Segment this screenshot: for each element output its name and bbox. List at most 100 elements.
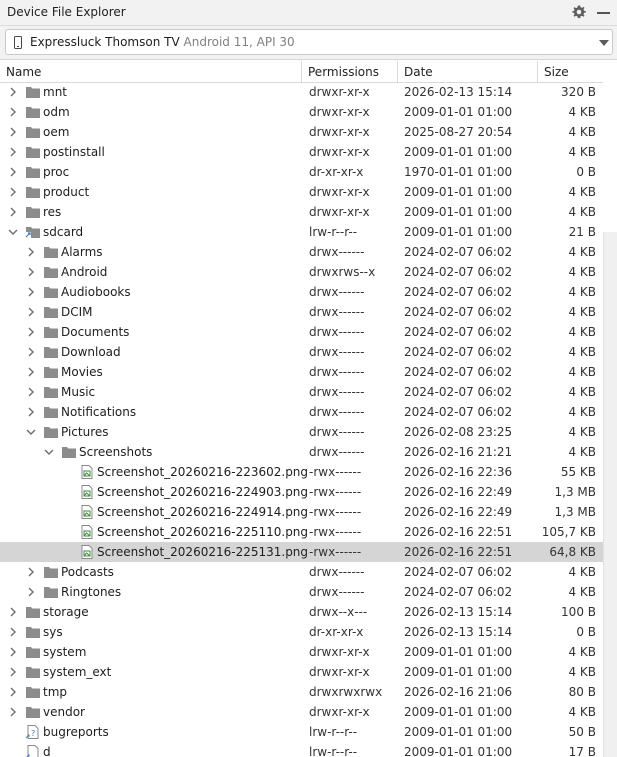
folder-row[interactable]: Pictures drwx------ 2026-02-08 23:25 4 KB bbox=[0, 422, 603, 442]
folder-row[interactable]: Notifications drwx------ 2024-02-07 06:02 4… bbox=[0, 402, 603, 422]
file-row[interactable]: Screenshot_20260216-224903.png -rwx------… bbox=[0, 482, 603, 502]
chevron-down-icon[interactable] bbox=[25, 426, 37, 438]
file-size: 0 B bbox=[576, 625, 596, 639]
chevron-right-icon[interactable] bbox=[25, 406, 37, 418]
column-header-date[interactable]: Date bbox=[398, 61, 538, 83]
folder-icon bbox=[26, 147, 40, 158]
chevron-right-icon[interactable] bbox=[7, 146, 19, 158]
chevron-right-icon[interactable] bbox=[25, 326, 37, 338]
file-row[interactable]: ? bugreports lrw-r--r-- 2009-01-01 01:00 50 … bbox=[0, 722, 603, 742]
folder-row[interactable]: product drwxr-xr-x 2009-01-01 01:00 4 KB bbox=[0, 182, 603, 202]
file-permissions: drwx--x--- bbox=[309, 605, 368, 619]
folder-icon bbox=[44, 587, 58, 598]
folder-icon bbox=[26, 687, 40, 698]
file-name: Screenshots bbox=[79, 445, 153, 459]
file-date: 2024-02-07 06:02 bbox=[404, 245, 513, 259]
file-row[interactable]: d lrw-r--r-- 2009-01-01 01:00 17 B bbox=[0, 742, 603, 757]
file-size: 4 KB bbox=[568, 325, 596, 339]
file-name: d bbox=[43, 745, 51, 757]
folder-row[interactable]: Podcasts drwx------ 2024-02-07 06:02 4 KB bbox=[0, 562, 603, 582]
column-header-size[interactable]: Size bbox=[538, 61, 617, 83]
file-row[interactable]: Screenshot_20260216-225110.png -rwx------… bbox=[0, 522, 603, 542]
folder-row[interactable]: Alarms drwx------ 2024-02-07 06:02 4 KB bbox=[0, 242, 603, 262]
chevron-right-icon[interactable] bbox=[25, 346, 37, 358]
column-header-permissions[interactable]: Permissions bbox=[302, 61, 398, 83]
folder-row[interactable]: system_ext drwxr-xr-x 2009-01-01 01:00 4 KB bbox=[0, 662, 603, 682]
file-date: 2026-02-16 22:51 bbox=[404, 545, 513, 559]
chevron-down-icon[interactable] bbox=[599, 40, 609, 46]
folder-row[interactable]: res drwxr-xr-x 2009-01-01 01:00 4 KB bbox=[0, 202, 603, 222]
folder-row[interactable]: Audiobooks drwx------ 2024-02-07 06:02 4 KB bbox=[0, 282, 603, 302]
chevron-right-icon[interactable] bbox=[7, 626, 19, 638]
gear-icon[interactable] bbox=[571, 4, 587, 20]
chevron-right-icon[interactable] bbox=[25, 366, 37, 378]
chevron-right-icon[interactable] bbox=[25, 566, 37, 578]
chevron-right-icon[interactable] bbox=[7, 106, 19, 118]
file-permissions: -rwx------ bbox=[309, 525, 362, 539]
chevron-right-icon[interactable] bbox=[7, 606, 19, 618]
folder-row[interactable]: proc dr-xr-xr-x 1970-01-01 01:00 0 B bbox=[0, 162, 603, 182]
chevron-right-icon[interactable] bbox=[7, 666, 19, 678]
folder-row[interactable]: Download drwx------ 2024-02-07 06:02 4 KB bbox=[0, 342, 603, 362]
chevron-right-icon[interactable] bbox=[7, 686, 19, 698]
folder-row[interactable]: sys dr-xr-xr-x 2026-02-13 15:14 0 B bbox=[0, 622, 603, 642]
folder-row[interactable]: oem drwxr-xr-x 2025-08-27 20:54 4 KB bbox=[0, 122, 603, 142]
chevron-right-icon[interactable] bbox=[25, 306, 37, 318]
chevron-right-icon[interactable] bbox=[7, 166, 19, 178]
minimize-icon[interactable] bbox=[597, 12, 610, 14]
file-name: Android bbox=[61, 265, 108, 279]
folder-row[interactable]: Movies drwx------ 2024-02-07 06:02 4 KB bbox=[0, 362, 603, 382]
file-name: tmp bbox=[43, 685, 68, 699]
file-permissions: drwx------ bbox=[309, 425, 365, 439]
file-name: product bbox=[43, 185, 90, 199]
file-row[interactable]: Screenshot_20260216-224914.png -rwx------… bbox=[0, 502, 603, 522]
folder-row[interactable]: DCIM drwx------ 2024-02-07 06:02 4 KB bbox=[0, 302, 603, 322]
file-permissions: lrw-r--r-- bbox=[309, 725, 358, 739]
folder-row[interactable]: Ringtones drwx------ 2024-02-07 06:02 4 KB bbox=[0, 582, 603, 602]
scrollbar-thumb[interactable] bbox=[603, 232, 617, 757]
chevron-right-icon[interactable] bbox=[7, 646, 19, 658]
chevron-right-icon[interactable] bbox=[7, 706, 19, 718]
file-date: 2009-01-01 01:00 bbox=[404, 705, 513, 719]
folder-row[interactable]: vendor drwxr-xr-x 2009-01-01 01:00 4 KB bbox=[0, 702, 603, 722]
device-info: Android 11, API 30 bbox=[183, 35, 295, 49]
chevron-right-icon[interactable] bbox=[25, 286, 37, 298]
folder-row[interactable]: Android drwxrws--x 2024-02-07 06:02 4 KB bbox=[0, 262, 603, 282]
chevron-right-icon[interactable] bbox=[7, 126, 19, 138]
folder-row[interactable]: system drwxr-xr-x 2009-01-01 01:00 4 KB bbox=[0, 642, 603, 662]
folder-row[interactable]: Screenshots drwx------ 2026-02-16 21:21 4 K… bbox=[0, 442, 603, 462]
column-header-name[interactable]: Name bbox=[0, 61, 302, 83]
file-row[interactable]: Screenshot_20260216-225131.png -rwx------… bbox=[0, 542, 603, 562]
device-dropdown[interactable]: Expressluck Thomson TV Android 11, API 3… bbox=[5, 29, 613, 55]
chevron-right-icon[interactable] bbox=[7, 186, 19, 198]
file-name: storage bbox=[43, 605, 89, 619]
folder-row[interactable]: Music drwx------ 2024-02-07 06:02 4 KB bbox=[0, 382, 603, 402]
file-permissions: drwx------ bbox=[309, 565, 365, 579]
file-date: 2024-02-07 06:02 bbox=[404, 325, 513, 339]
folder-row[interactable]: sdcard lrw-r--r-- 2009-01-01 01:00 21 B bbox=[0, 222, 603, 242]
folder-row[interactable]: odm drwxr-xr-x 2009-01-01 01:00 4 KB bbox=[0, 102, 603, 122]
file-date: 2009-01-01 01:00 bbox=[404, 105, 513, 119]
chevron-right-icon[interactable] bbox=[25, 266, 37, 278]
chevron-down-icon[interactable] bbox=[43, 446, 55, 458]
folder-row[interactable]: postinstall drwxr-xr-x 2009-01-01 01:00 4 K… bbox=[0, 142, 603, 162]
chevron-down-icon[interactable] bbox=[7, 226, 19, 238]
file-row[interactable]: Screenshot_20260216-223602.png -rwx------… bbox=[0, 462, 603, 482]
image-file-icon bbox=[81, 465, 93, 479]
file-size: 4 KB bbox=[568, 105, 596, 119]
file-name: system_ext bbox=[43, 665, 112, 679]
folder-icon bbox=[44, 287, 58, 298]
folder-row[interactable]: mnt drwxr-xr-x 2026-02-13 15:14 320 B bbox=[0, 82, 603, 102]
chevron-right-icon[interactable] bbox=[7, 206, 19, 218]
folder-row[interactable]: storage drwx--x--- 2026-02-13 15:14 100 B bbox=[0, 602, 603, 622]
chevron-right-icon[interactable] bbox=[7, 86, 19, 98]
folder-row[interactable]: tmp drwxrwxrwx 2026-02-16 21:06 80 B bbox=[0, 682, 603, 702]
chevron-right-icon[interactable] bbox=[25, 246, 37, 258]
folder-icon bbox=[26, 107, 40, 118]
file-size: 4 KB bbox=[568, 205, 596, 219]
chevron-right-icon[interactable] bbox=[25, 386, 37, 398]
chevron-right-icon[interactable] bbox=[25, 586, 37, 598]
file-date: 2026-02-16 21:21 bbox=[404, 445, 513, 459]
folder-row[interactable]: Documents drwx------ 2024-02-07 06:02 4 KB bbox=[0, 322, 603, 342]
folder-icon bbox=[26, 187, 40, 198]
